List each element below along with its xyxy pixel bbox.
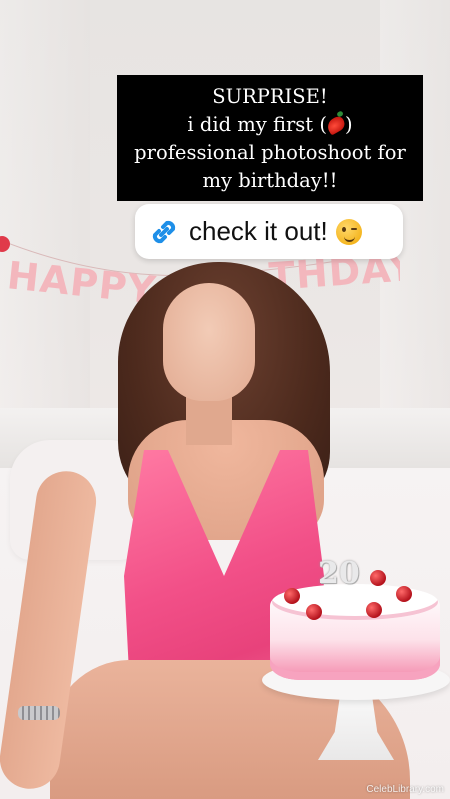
cherry: [366, 602, 382, 618]
cherry: [396, 586, 412, 602]
link-sticker[interactable]: check it out!: [135, 204, 403, 259]
caption-line-3: professional photoshoot for: [134, 141, 406, 164]
cherry: [306, 604, 322, 620]
chili-pepper-icon: [324, 114, 348, 136]
caption-line-2-end: ): [344, 113, 353, 136]
caption-line-2-start: i did my first (: [187, 113, 327, 136]
face: [163, 283, 255, 401]
watermark: CelebLibrary.com: [366, 784, 444, 795]
link-icon: [152, 220, 176, 243]
story-caption: SURPRISE! i did my first () professional…: [117, 75, 423, 201]
link-sticker-label: check it out!: [189, 216, 328, 246]
winking-face-icon: [335, 218, 362, 245]
cherry: [284, 588, 300, 604]
caption-line-2: i did my first (): [117, 111, 423, 139]
caption-line-4: my birthday!!: [202, 169, 338, 192]
bracelet: [18, 706, 60, 720]
cherry: [370, 570, 386, 586]
number-candle: 20: [318, 556, 360, 591]
caption-line-1: SURPRISE!: [212, 85, 328, 108]
